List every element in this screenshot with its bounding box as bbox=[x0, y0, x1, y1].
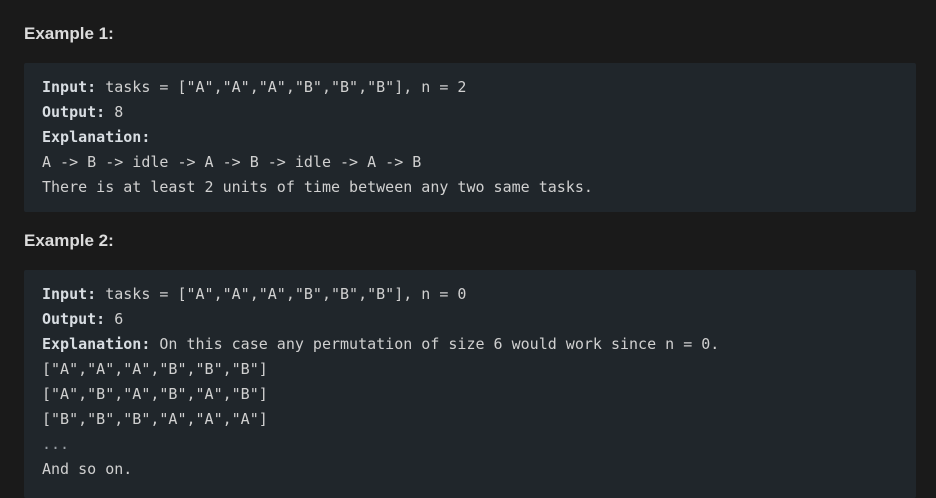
output-value: 6 bbox=[105, 310, 124, 328]
example-2-input-line: Input: tasks = ["A","A","A","B","B","B"]… bbox=[42, 282, 916, 307]
example-2-ellipsis: ... bbox=[42, 435, 70, 453]
input-value: tasks = ["A","A","A","B","B","B"], n = 2 bbox=[96, 78, 467, 96]
example-2-heading: Example 2: bbox=[24, 231, 114, 250]
example-2-explanation-text: ["B","B","B","A","A","A"] bbox=[42, 410, 268, 428]
output-label: Output: bbox=[42, 103, 106, 121]
example-2-output-line: Output: 6 bbox=[42, 307, 916, 332]
explanation-value: On this case any permutation of size 6 w… bbox=[150, 335, 720, 353]
example-1-output-line: Output: 8 bbox=[42, 100, 916, 125]
input-label: Input: bbox=[42, 285, 97, 303]
output-label: Output: bbox=[42, 310, 106, 328]
example-1-explanation-text: A -> B -> idle -> A -> B -> idle -> A ->… bbox=[42, 153, 422, 171]
example-2-code-block: Input: tasks = ["A","A","A","B","B","B"]… bbox=[24, 270, 916, 498]
explanation-label: Explanation: bbox=[42, 335, 151, 353]
example-2-explanation-text: And so on. bbox=[42, 460, 133, 478]
example-1-input-line: Input: tasks = ["A","A","A","B","B","B"]… bbox=[42, 75, 916, 100]
example-1-explanation-line: Explanation: bbox=[42, 125, 916, 150]
example-1-explanation-text: There is at least 2 units of time betwee… bbox=[42, 178, 593, 196]
input-label: Input: bbox=[42, 78, 97, 96]
example-2-explanation-text: ["A","B","A","B","A","B"] bbox=[42, 385, 268, 403]
example-2-explanation-line: Explanation: On this case any permutatio… bbox=[42, 332, 916, 357]
explanation-label: Explanation: bbox=[42, 128, 151, 146]
example-1-heading: Example 1: bbox=[24, 24, 114, 43]
input-value: tasks = ["A","A","A","B","B","B"], n = 0 bbox=[96, 285, 467, 303]
example-1-code-block: Input: tasks = ["A","A","A","B","B","B"]… bbox=[24, 63, 916, 212]
example-2-explanation-text: ["A","A","A","B","B","B"] bbox=[42, 360, 268, 378]
output-value: 8 bbox=[105, 103, 124, 121]
